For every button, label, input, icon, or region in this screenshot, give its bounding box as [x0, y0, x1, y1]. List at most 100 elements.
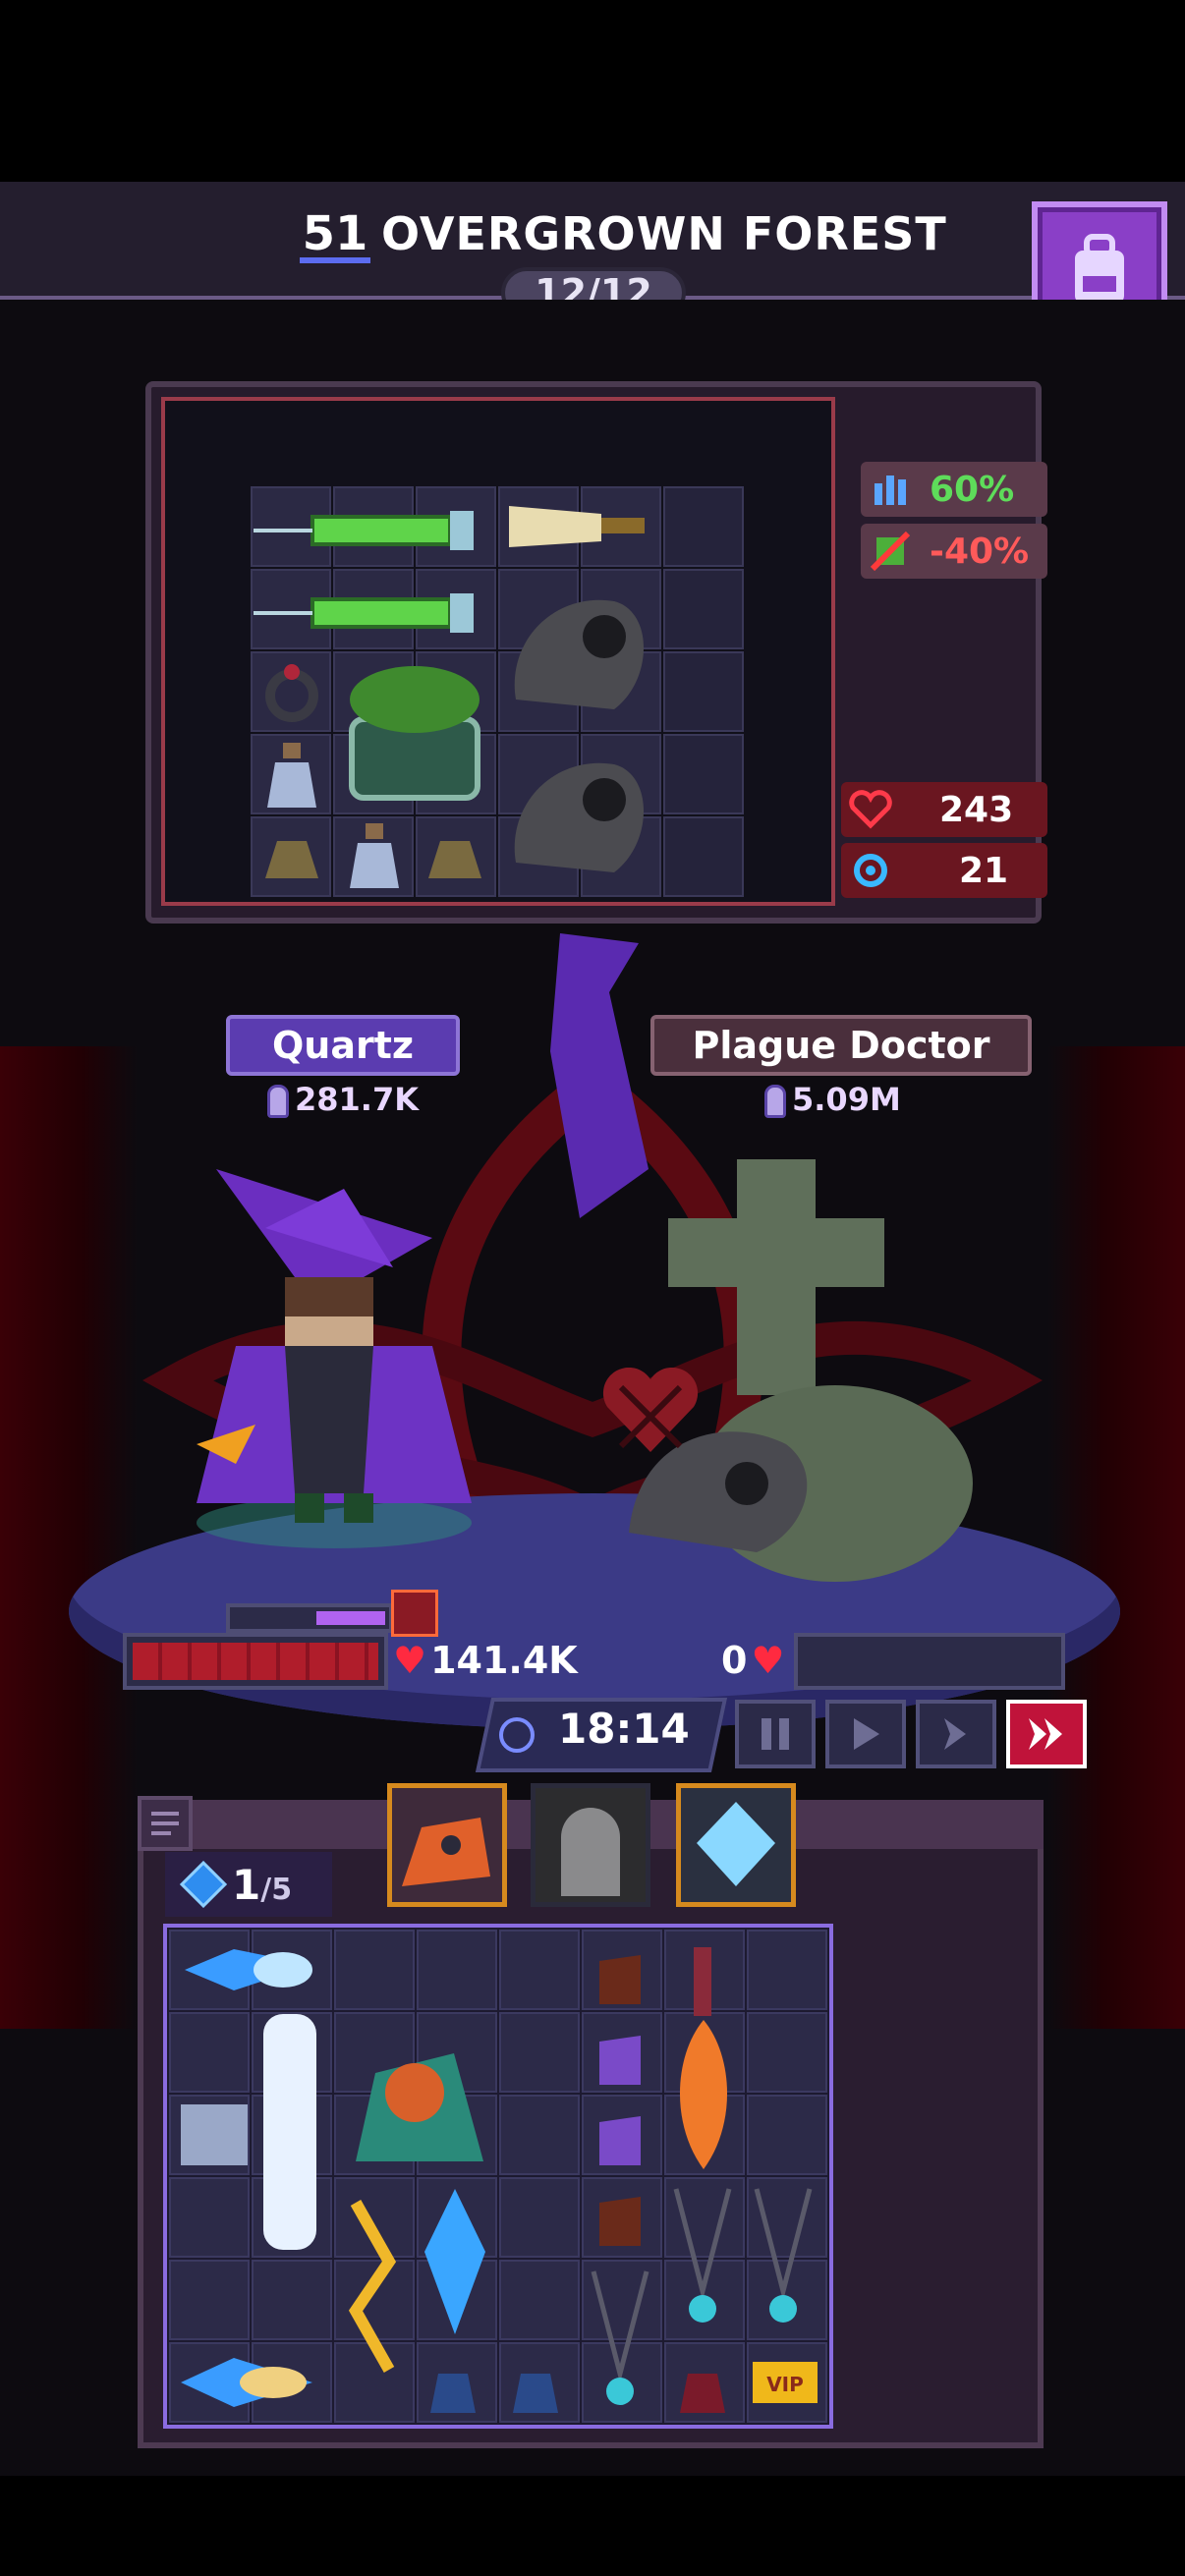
pet-slot-dragon[interactable] — [387, 1783, 507, 1907]
pause-button[interactable] — [735, 1700, 816, 1768]
amulet-icon — [673, 2188, 732, 2323]
stat-bonus-1: 60% — [861, 462, 1047, 517]
sword-icon — [267, 1085, 289, 1118]
svg-text:VIP: VIP — [766, 2373, 804, 2396]
purple-glove-icon — [599, 2036, 641, 2085]
stat-bars-icon — [861, 462, 920, 517]
fastest-button[interactable] — [1006, 1700, 1087, 1768]
inventory-slot[interactable] — [663, 486, 744, 567]
enemy-power: 5.09M — [764, 1081, 901, 1118]
defense-stat-value: 21 — [959, 850, 1009, 891]
syringe-icon — [254, 593, 474, 633]
pause-icon — [762, 1718, 789, 1750]
amulet-icon — [591, 2270, 649, 2405]
gem-icon — [179, 1860, 228, 1909]
inventory-slot[interactable] — [663, 734, 744, 814]
menu-list-button[interactable] — [138, 1796, 193, 1851]
herb-bundle-icon — [265, 841, 318, 878]
list-icon — [151, 1812, 179, 1835]
player-health-bar — [123, 1633, 388, 1690]
stat-bonus-2-value: -40% — [930, 531, 1030, 572]
stash-slot[interactable] — [334, 1930, 415, 2010]
enemy-health-bar — [794, 1633, 1065, 1690]
gem-max: /5 — [260, 1872, 293, 1907]
stat-slash-icon — [861, 524, 920, 579]
health-stat: 243 — [841, 782, 1047, 837]
player-hp: ♥ 141.4K — [393, 1639, 578, 1682]
stash-slot[interactable] — [169, 2260, 250, 2340]
burn-status-icon — [391, 1590, 438, 1637]
amulet-icon — [754, 2188, 813, 2323]
goblin-pet-icon — [356, 2053, 483, 2161]
stage-number: 51 — [300, 204, 370, 263]
ice-comet-icon — [181, 2358, 312, 2407]
ghost-pet-icon — [536, 1788, 646, 1902]
ice-blast-icon — [185, 1949, 312, 1990]
player-mana-bar — [226, 1603, 393, 1633]
clock-icon — [499, 1717, 535, 1753]
stash-slot[interactable] — [417, 1930, 497, 2010]
scroll-icon — [509, 506, 645, 547]
stash-slot[interactable] — [169, 2012, 250, 2093]
inventory-slot[interactable] — [663, 651, 744, 732]
purple-glove-icon — [599, 2116, 641, 2165]
play-icon — [854, 1718, 879, 1750]
lightning-rod-icon — [348, 2200, 397, 2373]
enemy-nameplate: Plague Doctor — [650, 1015, 1032, 1076]
fire-feather-icon — [679, 2020, 728, 2169]
battle-timer: 18:14 — [558, 1705, 690, 1753]
gem-count: 1 — [232, 1860, 261, 1909]
pet-slot-ghost[interactable] — [531, 1783, 650, 1907]
crystal-pet-icon — [681, 1788, 791, 1902]
stash-slot[interactable] — [499, 2095, 580, 2175]
stash-slot[interactable] — [747, 2012, 827, 2093]
herb-jar-icon — [349, 666, 480, 801]
pet-slot-crystal[interactable] — [676, 1783, 796, 1907]
herb-bundle-icon — [428, 841, 481, 878]
stash-slot[interactable] — [747, 1930, 827, 2010]
sword-icon — [694, 1947, 711, 2016]
syringe-icon — [254, 511, 474, 550]
stash-slot[interactable] — [499, 2260, 580, 2340]
inventory-slot[interactable] — [663, 569, 744, 649]
potion-icon — [350, 823, 399, 888]
heart-outline-icon — [841, 782, 900, 837]
leather-glove-icon — [599, 1955, 641, 2004]
double-chevron-icon — [1029, 1718, 1062, 1750]
stash-slot[interactable] — [499, 2177, 580, 2258]
status-bar-area — [0, 0, 1185, 182]
vip-ticket-icon: VIP — [753, 2362, 818, 2403]
stash-slot[interactable] — [747, 2095, 827, 2175]
broken-heart-icon — [602, 1368, 699, 1452]
chevron-right-icon — [944, 1718, 966, 1750]
gear-shield-icon — [841, 843, 900, 898]
player-power-value: 281.7K — [295, 1081, 420, 1118]
leather-glove-icon — [599, 2197, 641, 2246]
player-power: 281.7K — [267, 1081, 419, 1118]
stash-slot[interactable] — [252, 2260, 332, 2340]
heart-icon: ♥ — [751, 1639, 785, 1682]
dragon-pet-icon — [392, 1788, 502, 1902]
potion-icon — [430, 2374, 476, 2413]
potion-icon — [267, 743, 316, 808]
ice-grate-icon — [181, 2104, 248, 2165]
player-character — [197, 1169, 472, 1548]
sword-icon — [764, 1085, 786, 1118]
stash-slot[interactable] — [499, 2012, 580, 2093]
plague-mask-icon — [514, 599, 644, 709]
stat-bonus-1-value: 60% — [930, 469, 1015, 510]
inventory-slot[interactable] — [663, 816, 744, 897]
enemy-hp: 0 ♥ — [721, 1639, 789, 1682]
enemy-power-value: 5.09M — [792, 1081, 901, 1118]
stage-name: OVERGROWN FOREST — [381, 207, 947, 260]
potion-icon — [680, 2374, 725, 2413]
play-button[interactable] — [825, 1700, 906, 1768]
health-stat-value: 243 — [939, 789, 1014, 830]
cloud-pillar-icon — [263, 2014, 316, 2250]
crystal-shard-icon — [424, 2189, 485, 2334]
potion-icon — [513, 2374, 558, 2413]
defense-stat: 21 — [841, 843, 1047, 898]
stash-slot[interactable] — [169, 2177, 250, 2258]
fast-button[interactable] — [916, 1700, 996, 1768]
stash-slot[interactable] — [499, 1930, 580, 2010]
